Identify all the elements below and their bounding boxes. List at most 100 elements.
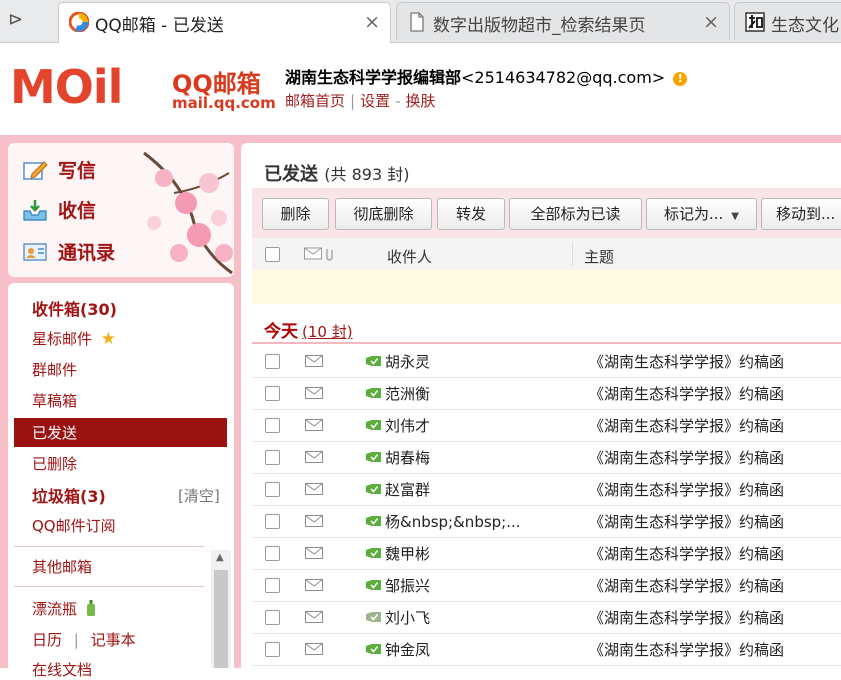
recipient-column-header[interactable]: 收件人 — [387, 246, 432, 267]
row-checkbox[interactable] — [265, 450, 280, 465]
folder-title: 已发送 — [264, 164, 318, 185]
logo-domain: mail.qq.com — [172, 94, 276, 112]
subject-column-header[interactable]: 主题 — [584, 246, 614, 267]
email-subject[interactable]: 《湖南生态科学学报》约稿函 — [589, 607, 784, 628]
email-row[interactable]: 赵富群 《湖南生态科学学报》约稿函 — [252, 473, 841, 506]
row-checkbox[interactable] — [265, 514, 280, 529]
close-tab-icon[interactable]: × — [364, 11, 380, 33]
email-row[interactable]: 范洲衡 《湖南生态科学学报》约稿函 — [252, 377, 841, 410]
sent-status-icon — [366, 452, 381, 462]
folder-starred[interactable]: 星标邮件 ★ — [32, 328, 116, 349]
account-name: 湖南生态科学学报编辑部 — [285, 68, 462, 87]
zhi-logo-icon — [745, 12, 765, 32]
folder-groups[interactable]: 群邮件 — [32, 359, 77, 380]
email-row[interactable]: 刘小飞 《湖南生态科学学报》约稿函 — [252, 601, 841, 634]
email-subject[interactable]: 《湖南生态科学学报》约稿函 — [589, 383, 784, 404]
mark-as-dropdown[interactable]: 标记为... ▼ — [646, 198, 757, 230]
row-checkbox[interactable] — [265, 578, 280, 593]
email-subject[interactable]: 《湖南生态科学学报》约稿函 — [589, 351, 784, 372]
chevron-down-icon: ▼ — [731, 211, 739, 222]
browser-logo-icon — [69, 12, 89, 32]
row-checkbox[interactable] — [265, 642, 280, 657]
row-checkbox[interactable] — [265, 386, 280, 401]
tab-qq-mail[interactable]: QQ邮箱 - 已发送 × — [58, 2, 391, 43]
settings-link[interactable]: 设置 — [360, 92, 390, 110]
sent-status-icon — [366, 484, 381, 494]
warning-icon[interactable]: ! — [673, 72, 688, 86]
tab-digital-publications[interactable]: 数字出版物超市_检索结果页 × — [396, 2, 730, 40]
delete-button[interactable]: 删除 — [262, 198, 329, 230]
select-all-checkbox[interactable] — [265, 247, 280, 262]
sent-status-icon — [366, 420, 381, 430]
receive-label: 收信 — [58, 200, 97, 222]
compose-button[interactable]: 写信 — [22, 156, 96, 183]
row-checkbox[interactable] — [265, 610, 280, 625]
contacts-button[interactable]: 通讯录 — [22, 238, 115, 265]
contacts-label: 通讯录 — [58, 242, 116, 264]
date-group-label: 今天 — [264, 322, 298, 342]
email-row[interactable]: 胡永灵 《湖南生态科学学报》约稿函 — [252, 345, 841, 378]
tab-eco-culture[interactable]: 生态文化 — [734, 2, 841, 40]
email-subject[interactable]: 《湖南生态科学学报》约稿函 — [589, 639, 784, 660]
email-subject[interactable]: 《湖南生态科学学报》约稿函 — [589, 479, 784, 500]
envelope-icon — [305, 483, 323, 495]
account-links: 邮箱首页 | 设置 - 换肤 — [285, 90, 436, 111]
close-tab-icon[interactable]: × — [703, 11, 719, 33]
calendar-link[interactable]: 日历 — [32, 631, 62, 649]
email-row[interactable]: 钟金凤 《湖南生态科学学报》约稿函 — [252, 633, 841, 666]
folder-drafts[interactable]: 草稿箱 — [32, 390, 77, 411]
sent-status-icon — [366, 580, 381, 590]
row-checkbox[interactable] — [265, 482, 280, 497]
clear-spam-link[interactable]: [清空] — [178, 485, 220, 506]
email-subject[interactable]: 《湖南生态科学学报》约稿函 — [589, 415, 784, 436]
link-separator: | — [350, 92, 356, 110]
folder-deleted[interactable]: 已删除 — [32, 453, 77, 474]
sent-status-icon — [366, 516, 381, 526]
bottle-icon — [86, 600, 95, 616]
date-group-header: 今天 (10 封) — [264, 317, 353, 342]
email-row[interactable]: 杨&nbsp;&nbsp;... 《湖南生态科学学报》约稿函 — [252, 505, 841, 538]
notes-link[interactable]: 记事本 — [91, 631, 136, 649]
envelope-icon — [305, 611, 323, 623]
email-subject[interactable]: 《湖南生态科学学报》约稿函 — [589, 543, 784, 564]
row-checkbox[interactable] — [265, 546, 280, 561]
email-row[interactable]: 胡春梅 《湖南生态科学学报》约稿函 — [252, 441, 841, 474]
date-group-count[interactable]: (10 封) — [302, 323, 353, 341]
folder-sent-label: 已发送 — [32, 424, 78, 442]
email-row[interactable]: 邹振兴 《湖南生态科学学报》约稿函 — [252, 569, 841, 602]
online-docs-link[interactable]: 在线文档 — [32, 659, 92, 680]
email-row[interactable]: 魏甲彬 《湖南生态科学学报》约稿函 — [252, 537, 841, 570]
qq-mail-logo[interactable]: MOil QQ邮箱 mail.qq.com — [10, 60, 276, 116]
folder-inbox[interactable]: 收件箱(30) — [32, 296, 117, 320]
scroll-up-icon[interactable]: ▲ — [216, 552, 224, 563]
column-divider — [572, 242, 573, 266]
recipient-name: 胡春梅 — [385, 449, 431, 467]
mark-all-read-button[interactable]: 全部标为已读 — [509, 198, 642, 230]
drift-bottle-link[interactable]: 漂流瓶 — [32, 598, 96, 619]
folder-spam[interactable]: 垃圾箱(3) — [32, 483, 106, 507]
sidebar-scrollbar[interactable]: ▲ — [211, 550, 231, 668]
receive-button[interactable]: 收信 — [22, 196, 96, 223]
folder-starred-label: 星标邮件 — [32, 330, 93, 348]
row-checkbox[interactable] — [265, 418, 280, 433]
forward-button[interactable]: 转发 — [437, 198, 505, 230]
move-to-dropdown[interactable]: 移动到... — [761, 198, 841, 230]
folder-other-mailbox[interactable]: 其他邮箱 — [32, 556, 92, 577]
sidebar-toggle-icon[interactable]: ⊳ — [8, 7, 36, 33]
folder-sent[interactable]: 已发送 — [14, 418, 227, 447]
folder-subscriptions[interactable]: QQ邮件订阅 — [32, 515, 116, 536]
email-subject[interactable]: 《湖南生态科学学报》约稿函 — [589, 447, 784, 468]
change-skin-link[interactable]: 换肤 — [406, 92, 436, 110]
row-checkbox[interactable] — [265, 354, 280, 369]
pencil-icon — [23, 161, 48, 180]
mailbox-home-link[interactable]: 邮箱首页 — [285, 92, 345, 110]
scrollbar-thumb[interactable] — [214, 570, 228, 668]
email-subject[interactable]: 《湖南生态科学学报》约稿函 — [589, 575, 784, 596]
email-row[interactable]: 刘伟才 《湖南生态科学学报》约稿函 — [252, 409, 841, 442]
email-subject[interactable]: 《湖南生态科学学报》约稿函 — [589, 511, 784, 532]
account-info: 湖南生态科学学报编辑部<2514634782@qq.com>! — [285, 64, 688, 88]
link-separator: | — [73, 631, 79, 649]
group-divider — [252, 342, 841, 344]
delete-permanently-button[interactable]: 彻底删除 — [335, 198, 432, 230]
sent-status-icon — [366, 388, 381, 398]
